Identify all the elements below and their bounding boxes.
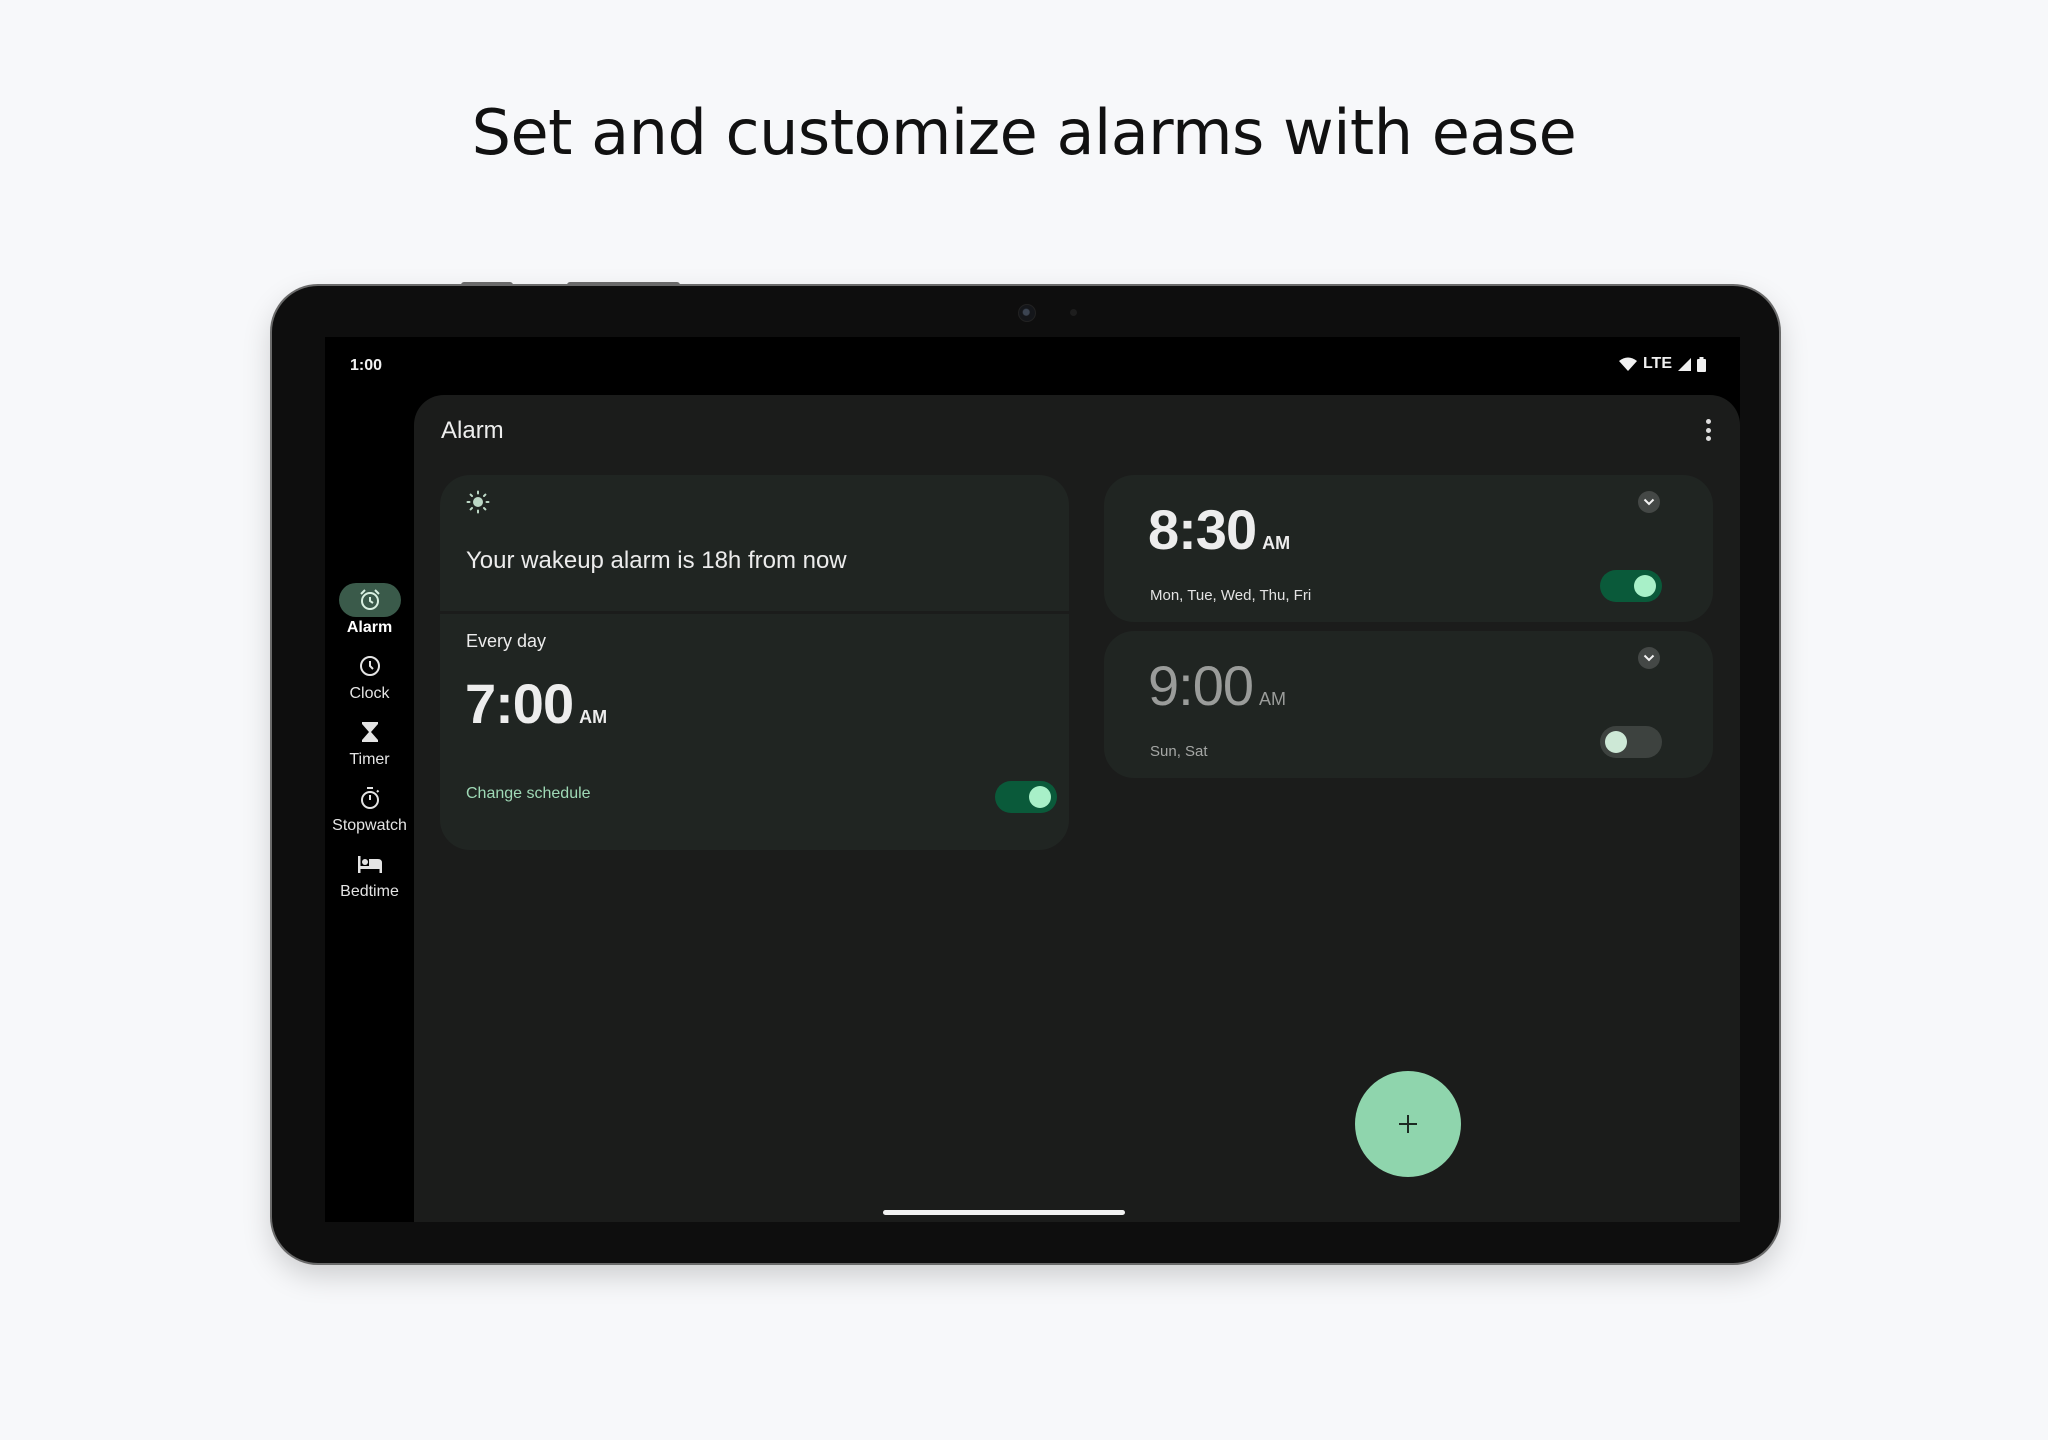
nav-label: Stopwatch <box>332 817 407 834</box>
alarm-card[interactable]: 8:30 AM Mon, Tue, Wed, Thu, Fri <box>1104 475 1713 622</box>
hourglass-icon <box>361 722 378 742</box>
camera-icon <box>1018 304 1036 322</box>
nav-item-bedtime[interactable]: Bedtime <box>325 847 414 901</box>
wakeup-alarm-card[interactable]: Your wakeup alarm is 18h from now Every … <box>440 475 1069 850</box>
wakeup-message: Your wakeup alarm is 18h from now <box>466 547 847 574</box>
wakeup-schedule: Every day <box>466 631 547 651</box>
nav-item-clock[interactable]: Clock <box>325 649 414 703</box>
expand-button[interactable] <box>1638 647 1660 669</box>
sun-icon <box>466 490 490 514</box>
wakeup-summary: Your wakeup alarm is 18h from now <box>440 475 1069 611</box>
nav-item-timer[interactable]: Timer <box>325 715 414 769</box>
chevron-down-icon <box>1643 498 1655 506</box>
alarm-days: Sun, Sat <box>1150 743 1208 760</box>
time-ampm: AM <box>1259 689 1286 709</box>
change-schedule-link[interactable]: Change schedule <box>466 785 591 803</box>
status-icons: LTE <box>1618 355 1706 373</box>
bed-icon <box>357 856 382 873</box>
nav-label: Timer <box>349 751 390 768</box>
alarm-toggle[interactable] <box>1600 726 1662 758</box>
gesture-home-bar[interactable] <box>883 1210 1125 1215</box>
time-digits: 7:00 <box>465 672 574 735</box>
nav-label: Alarm <box>346 619 393 636</box>
headline: Set and customize alarms with ease <box>471 96 1577 169</box>
divider <box>440 611 1069 614</box>
nav-item-alarm[interactable]: Alarm <box>325 583 414 637</box>
sensor-dot <box>1070 309 1077 316</box>
expand-button[interactable] <box>1638 491 1660 513</box>
nav-label: Bedtime <box>340 883 399 900</box>
wifi-icon <box>1618 357 1637 371</box>
alarm-time[interactable]: 9:00 AM <box>1148 653 1286 718</box>
chevron-down-icon <box>1643 654 1655 662</box>
time-ampm: AM <box>579 707 608 727</box>
stopwatch-icon <box>360 787 379 809</box>
alarm-toggle[interactable] <box>1600 570 1662 602</box>
clock-icon <box>359 656 380 676</box>
alarm-icon <box>359 589 380 610</box>
wakeup-alarm-toggle[interactable] <box>995 781 1057 813</box>
alarm-days: Mon, Tue, Wed, Thu, Fri <box>1150 587 1312 604</box>
wakeup-time[interactable]: 7:00 AM <box>465 671 607 736</box>
nav-label: Clock <box>349 685 390 702</box>
navigation-rail: Alarm Clock Timer Stopwatch Bedtime <box>325 337 414 1222</box>
alarm-panel: Alarm Your wakeup alarm is 18h from now … <box>414 395 1740 1222</box>
add-icon <box>1399 1115 1417 1133</box>
battery-icon <box>1697 356 1706 372</box>
time-digits: 9:00 <box>1148 654 1254 717</box>
screen: 1:00 LTE Alarm Clock Timer Stopwatch Bed… <box>325 337 1740 1222</box>
nav-item-stopwatch[interactable]: Stopwatch <box>325 781 414 835</box>
more-vert-icon[interactable] <box>1706 419 1712 441</box>
page-title: Alarm <box>441 417 504 444</box>
time-ampm: AM <box>1262 533 1291 553</box>
add-alarm-button[interactable] <box>1355 1071 1461 1177</box>
tablet-device: 1:00 LTE Alarm Clock Timer Stopwatch Bed… <box>272 286 1779 1263</box>
network-label: LTE <box>1642 355 1672 372</box>
alarm-card[interactable]: 9:00 AM Sun, Sat <box>1104 631 1713 778</box>
time-digits: 8:30 <box>1148 498 1257 561</box>
signal-icon <box>1678 357 1691 371</box>
alarm-time[interactable]: 8:30 AM <box>1148 497 1290 562</box>
